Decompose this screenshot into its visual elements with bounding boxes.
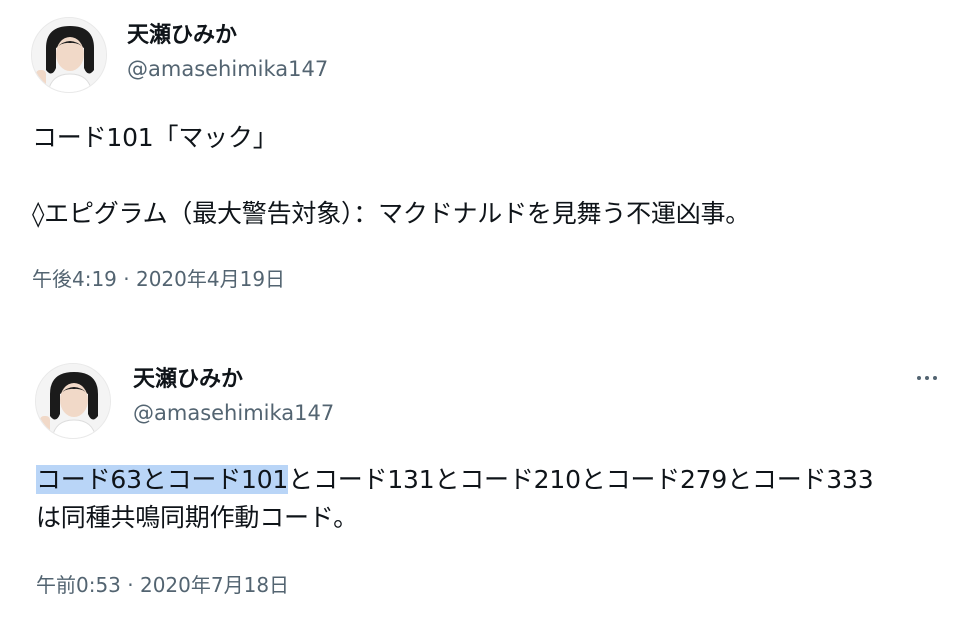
tweet-timestamp[interactable]: 午前0:53 · 2020年7月18日 (36, 572, 289, 598)
display-name[interactable]: 天瀬ひみか (133, 367, 243, 393)
avatar[interactable] (35, 363, 111, 439)
user-handle[interactable]: @amasehimika147 (133, 400, 334, 426)
tweet[interactable]: 天瀬ひみか @amasehimika147 コード63とコード101とコード13… (0, 340, 964, 632)
more-options-button[interactable] (912, 366, 942, 390)
user-handle[interactable]: @amasehimika147 (127, 56, 328, 82)
tweet-text-line: コード101「マック」 (32, 123, 278, 152)
display-name[interactable]: 天瀬ひみか (127, 23, 237, 49)
tweet-text-line: は同種共鳴同期作動コード。 (36, 503, 358, 532)
tweet[interactable]: 天瀬ひみか @amasehimika147 コード101「マック」 ◊エピグラム… (0, 0, 964, 316)
avatar-image (32, 18, 106, 92)
more-horizontal-icon (917, 376, 937, 380)
tweet-text: コード101「マック」 ◊エピグラム（最大警告対象）：マクドナルドを見舞う不運凶… (32, 119, 932, 233)
avatar[interactable] (31, 17, 107, 93)
avatar-image (36, 364, 110, 438)
tweet-timestamp[interactable]: 午後4:19 · 2020年4月19日 (32, 266, 285, 292)
tweet-text-line: ◊エピグラム（最大警告対象）：マクドナルドを見舞う不運凶事。 (32, 199, 751, 228)
tweet-text-line: とコード131とコード210とコード279とコード333 (288, 465, 874, 494)
selected-text: コード63とコード101 (36, 465, 289, 494)
tweet-text: コード63とコード101とコード131とコード210とコード279とコード333… (36, 461, 936, 537)
